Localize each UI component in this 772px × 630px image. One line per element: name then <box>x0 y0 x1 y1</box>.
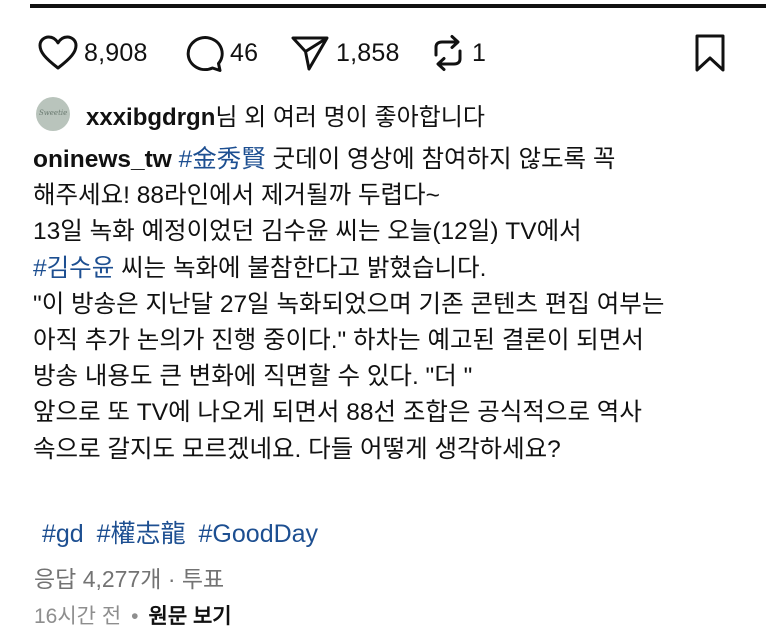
save-button[interactable] <box>693 30 727 76</box>
caption-line: #김수윤 씨는 녹화에 불참한다고 밝혔습니다. <box>33 251 753 287</box>
hashtag-link[interactable]: #金秀賢 <box>179 146 266 173</box>
caption-text: 굿데이 영상에 참여하지 않도록 꼭 <box>272 146 616 173</box>
heart-icon <box>38 35 78 70</box>
caption-text: 씨는 녹화에 불참한다고 밝혔습니다. <box>121 254 487 282</box>
comment-count: 46 <box>230 38 259 67</box>
hashtag-gdragon[interactable]: #權志龍 <box>97 520 186 548</box>
liked-by-username[interactable]: xxxibgdrgn <box>86 104 215 131</box>
post-caption: oninews_tw #金秀賢 굿데이 영상에 참여하지 않도록 꼭 해주세요!… <box>33 142 753 468</box>
replies-link[interactable]: 응답 4,277개 · 투표 <box>34 560 224 594</box>
caption-line: 속으로 갈지도 모르겠네요. 다들 어떻게 생각하세요? <box>33 435 561 463</box>
caption-line: 아직 추가 논의가 진행 중이다." 하차는 예고된 결론이 되면서 <box>33 326 644 354</box>
send-icon <box>291 36 329 71</box>
like-button[interactable]: 8,908 <box>38 30 148 76</box>
liked-by-row[interactable]: Sweetie xxxibgdrgn님 외 여러 명이 좋아합니다 <box>36 96 485 132</box>
like-count: 8,908 <box>84 38 148 67</box>
caption-line: 해주세요! 88라인에서 제거될까 두렵다~ <box>33 182 440 210</box>
avatar-text: Sweetie <box>39 109 68 117</box>
avatar[interactable]: Sweetie <box>36 97 70 131</box>
caption-line: oninews_tw #金秀賢 굿데이 영상에 참여하지 않도록 꼭 <box>33 142 753 178</box>
hashtag-link[interactable]: #김수윤 <box>33 255 114 282</box>
caption-line: 13일 녹화 예정이었던 김수윤 씨는 오늘(12일) TV에서 <box>33 218 582 246</box>
caption-line: 앞으로 또 TV에 나오게 되면서 88선 조합은 공식적으로 역사 <box>33 399 642 427</box>
caption-line: "이 방송은 지난달 27일 녹화되었으며 기존 콘텐츠 편집 여부는 <box>33 290 665 318</box>
top-divider <box>30 4 766 8</box>
hashtag-gd[interactable]: #gd <box>42 520 84 548</box>
repost-count: 1 <box>472 38 487 67</box>
share-button[interactable]: 1,858 <box>290 30 400 76</box>
post-username[interactable]: oninews_tw <box>33 146 172 173</box>
post-footer: 16시간 전 • 원문 보기 <box>34 600 232 630</box>
hashtag-goodday[interactable]: #GoodDay <box>199 520 319 548</box>
comment-button[interactable]: 46 <box>184 30 258 76</box>
hashtag-row: #gd #權志龍 #GoodDay <box>42 514 324 550</box>
liked-by-suffix: 님 외 여러 명이 좋아합니다 <box>215 103 485 131</box>
comment-icon <box>186 36 224 72</box>
repost-button[interactable]: 1 <box>430 30 486 76</box>
action-bar: 8,908 46 1,858 1 <box>38 30 738 76</box>
share-count: 1,858 <box>336 38 400 67</box>
bookmark-icon <box>695 34 725 72</box>
liked-by-text: xxxibgdrgn님 외 여러 명이 좋아합니다 <box>86 97 485 132</box>
caption-line: 방송 내용도 큰 변화에 직면할 수 있다. "더 " <box>33 363 473 391</box>
repost-icon <box>434 35 462 71</box>
